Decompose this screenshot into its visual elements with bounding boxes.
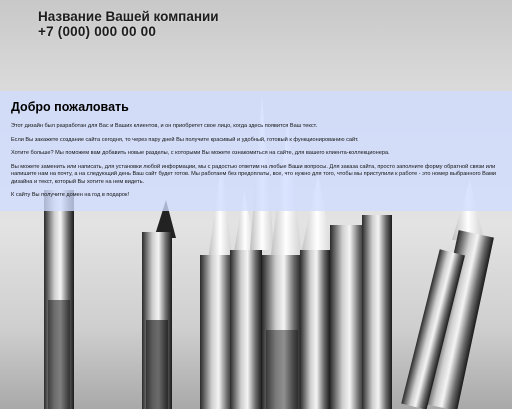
page-title: Добро пожаловать: [11, 100, 129, 114]
company-name: Название Вашей компании: [38, 9, 219, 24]
details-paragraph: Вы можете заменить или написать, для уст…: [11, 163, 496, 185]
company-phone: +7 (000) 000 00 00: [38, 24, 157, 39]
order-paragraph: Если Вы закажете создание сайта сегодня,…: [11, 136, 359, 143]
more-paragraph: Хотите больше? Мы поможем вам добавить н…: [11, 150, 390, 156]
gift-paragraph: К сайту Вы получите домен на год в подар…: [11, 192, 130, 198]
welcome-panel: Добро пожаловать Этот дизайн был разрабо…: [0, 91, 512, 211]
site-header: Название Вашей компании +7 (000) 000 00 …: [38, 9, 219, 39]
intro-paragraph: Этот дизайн был разработан для Вас и Ваш…: [11, 123, 318, 129]
